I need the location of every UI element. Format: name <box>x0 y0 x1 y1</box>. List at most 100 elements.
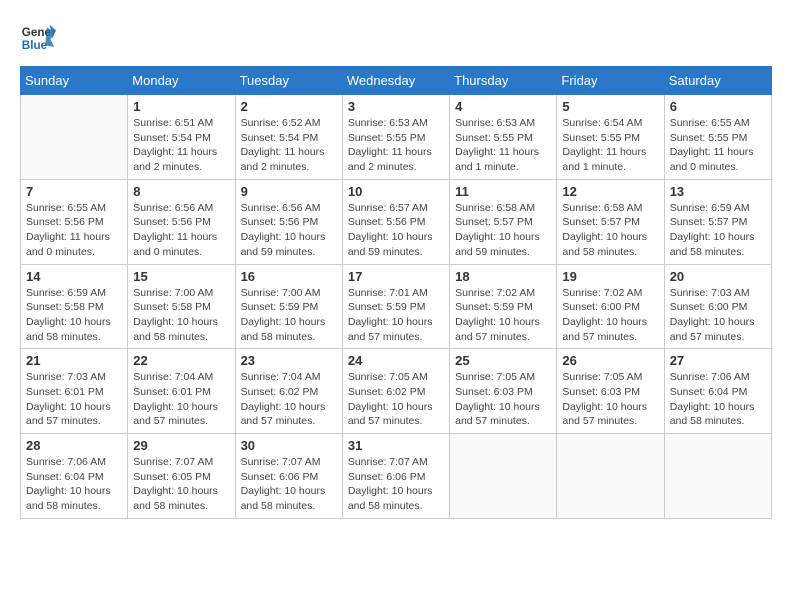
calendar-cell: 31Sunrise: 7:07 AM Sunset: 6:06 PM Dayli… <box>342 434 449 519</box>
day-info: Sunrise: 7:07 AM Sunset: 6:05 PM Dayligh… <box>133 455 229 514</box>
calendar-cell: 29 Sunrise: 7:07 AM Sunset: 6:05 PM Dayli… <box>128 434 235 519</box>
calendar-cell: 21 Sunrise: 7:03 AM Sunset: 6:01 PM Dayli… <box>21 349 128 434</box>
day-info: Sunrise: 7:02 AM Sunset: 5:59 PM Dayligh… <box>455 286 551 345</box>
calendar-table: SundayMondayTuesdayWednesdayThursdayFrid… <box>20 66 772 519</box>
day-number: 12 <box>562 184 658 199</box>
day-number: 29 <box>133 438 229 453</box>
day-number: 6 <box>670 99 766 114</box>
logo: General Blue <box>20 20 56 56</box>
day-number: 16 <box>241 269 337 284</box>
day-info: Sunrise: 6:55 AM Sunset: 5:56 PM Dayligh… <box>26 201 122 260</box>
day-number: 22 <box>133 353 229 368</box>
calendar-cell: 17 Sunrise: 7:01 AM Sunset: 5:59 PM Dayli… <box>342 264 449 349</box>
calendar-cell: 7 Sunrise: 6:55 AM Sunset: 5:56 PM Daylig… <box>21 179 128 264</box>
page-header: General Blue <box>20 20 772 56</box>
calendar-cell: 20 Sunrise: 7:03 AM Sunset: 6:00 PM Dayli… <box>664 264 771 349</box>
calendar-cell: 24Sunrise: 7:05 AM Sunset: 6:02 PM Dayli… <box>342 349 449 434</box>
day-number: 18 <box>455 269 551 284</box>
calendar-cell: 11 Sunrise: 6:58 AM Sunset: 5:57 PM Dayli… <box>450 179 557 264</box>
day-info: Sunrise: 6:56 AM Sunset: 5:56 PM Dayligh… <box>133 201 229 260</box>
day-info: Sunrise: 6:53 AM Sunset: 5:55 PM Dayligh… <box>455 116 551 175</box>
calendar-cell <box>664 434 771 519</box>
calendar-week-3: 14 Sunrise: 6:59 AM Sunset: 5:58 PM Dayli… <box>21 264 772 349</box>
day-info: Sunrise: 7:01 AM Sunset: 5:59 PM Dayligh… <box>348 286 444 345</box>
logo-icon: General Blue <box>20 20 56 56</box>
svg-text:Blue: Blue <box>22 39 48 52</box>
calendar-week-5: 28Sunrise: 7:06 AM Sunset: 6:04 PM Dayli… <box>21 434 772 519</box>
day-info: Sunrise: 7:04 AM Sunset: 6:02 PM Dayligh… <box>241 370 337 429</box>
calendar-cell: 19 Sunrise: 7:02 AM Sunset: 6:00 PM Dayli… <box>557 264 664 349</box>
day-number: 9 <box>241 184 337 199</box>
calendar-cell: 4 Sunrise: 6:53 AM Sunset: 5:55 PM Daylig… <box>450 95 557 180</box>
day-info: Sunrise: 7:03 AM Sunset: 6:00 PM Dayligh… <box>670 286 766 345</box>
day-number: 10 <box>348 184 444 199</box>
day-info: Sunrise: 6:53 AM Sunset: 5:55 PM Dayligh… <box>348 116 444 175</box>
calendar-week-1: 1 Sunrise: 6:51 AM Sunset: 5:54 PM Daylig… <box>21 95 772 180</box>
day-info: Sunrise: 7:02 AM Sunset: 6:00 PM Dayligh… <box>562 286 658 345</box>
calendar-cell: 26Sunrise: 7:05 AM Sunset: 6:03 PM Dayli… <box>557 349 664 434</box>
calendar-cell: 2 Sunrise: 6:52 AM Sunset: 5:54 PM Daylig… <box>235 95 342 180</box>
calendar-cell: 12 Sunrise: 6:58 AM Sunset: 5:57 PM Dayli… <box>557 179 664 264</box>
calendar-cell: 22 Sunrise: 7:04 AM Sunset: 6:01 PM Dayli… <box>128 349 235 434</box>
day-number: 8 <box>133 184 229 199</box>
day-info: Sunrise: 7:05 AM Sunset: 6:03 PM Dayligh… <box>455 370 551 429</box>
day-number: 4 <box>455 99 551 114</box>
calendar-cell: 16 Sunrise: 7:00 AM Sunset: 5:59 PM Dayli… <box>235 264 342 349</box>
day-info: Sunrise: 6:58 AM Sunset: 5:57 PM Dayligh… <box>562 201 658 260</box>
day-info: Sunrise: 7:03 AM Sunset: 6:01 PM Dayligh… <box>26 370 122 429</box>
calendar-cell: 30Sunrise: 7:07 AM Sunset: 6:06 PM Dayli… <box>235 434 342 519</box>
calendar-cell: 14 Sunrise: 6:59 AM Sunset: 5:58 PM Dayli… <box>21 264 128 349</box>
day-info: Sunrise: 7:07 AM Sunset: 6:06 PM Dayligh… <box>348 455 444 514</box>
calendar-cell: 15Sunrise: 7:00 AM Sunset: 5:58 PM Dayli… <box>128 264 235 349</box>
day-number: 27 <box>670 353 766 368</box>
calendar-cell <box>450 434 557 519</box>
day-number: 17 <box>348 269 444 284</box>
calendar-cell: 6 Sunrise: 6:55 AM Sunset: 5:55 PM Daylig… <box>664 95 771 180</box>
day-number: 30 <box>241 438 337 453</box>
day-number: 5 <box>562 99 658 114</box>
weekday-header-wednesday: Wednesday <box>342 67 449 95</box>
day-number: 14 <box>26 269 122 284</box>
weekday-header-monday: Monday <box>128 67 235 95</box>
day-number: 25 <box>455 353 551 368</box>
calendar-cell: 18 Sunrise: 7:02 AM Sunset: 5:59 PM Dayli… <box>450 264 557 349</box>
day-info: Sunrise: 6:52 AM Sunset: 5:54 PM Dayligh… <box>241 116 337 175</box>
day-number: 1 <box>133 99 229 114</box>
day-number: 7 <box>26 184 122 199</box>
day-number: 2 <box>241 99 337 114</box>
calendar-cell: 27 Sunrise: 7:06 AM Sunset: 6:04 PM Dayli… <box>664 349 771 434</box>
day-number: 3 <box>348 99 444 114</box>
day-number: 15 <box>133 269 229 284</box>
calendar-cell: 1 Sunrise: 6:51 AM Sunset: 5:54 PM Daylig… <box>128 95 235 180</box>
calendar-week-2: 7 Sunrise: 6:55 AM Sunset: 5:56 PM Daylig… <box>21 179 772 264</box>
weekday-header-thursday: Thursday <box>450 67 557 95</box>
day-info: Sunrise: 6:59 AM Sunset: 5:58 PM Dayligh… <box>26 286 122 345</box>
weekday-header-sunday: Sunday <box>21 67 128 95</box>
calendar-cell <box>557 434 664 519</box>
day-number: 21 <box>26 353 122 368</box>
weekday-header-friday: Friday <box>557 67 664 95</box>
day-info: Sunrise: 6:55 AM Sunset: 5:55 PM Dayligh… <box>670 116 766 175</box>
calendar-week-4: 21 Sunrise: 7:03 AM Sunset: 6:01 PM Dayli… <box>21 349 772 434</box>
day-info: Sunrise: 6:57 AM Sunset: 5:56 PM Dayligh… <box>348 201 444 260</box>
day-info: Sunrise: 7:00 AM Sunset: 5:59 PM Dayligh… <box>241 286 337 345</box>
calendar-cell: 8 Sunrise: 6:56 AM Sunset: 5:56 PM Daylig… <box>128 179 235 264</box>
weekday-header-saturday: Saturday <box>664 67 771 95</box>
calendar-cell: 25 Sunrise: 7:05 AM Sunset: 6:03 PM Dayli… <box>450 349 557 434</box>
weekday-header-row: SundayMondayTuesdayWednesdayThursdayFrid… <box>21 67 772 95</box>
day-info: Sunrise: 7:06 AM Sunset: 6:04 PM Dayligh… <box>670 370 766 429</box>
day-number: 13 <box>670 184 766 199</box>
day-number: 24 <box>348 353 444 368</box>
day-info: Sunrise: 6:51 AM Sunset: 5:54 PM Dayligh… <box>133 116 229 175</box>
calendar-cell <box>21 95 128 180</box>
day-info: Sunrise: 6:58 AM Sunset: 5:57 PM Dayligh… <box>455 201 551 260</box>
day-info: Sunrise: 6:56 AM Sunset: 5:56 PM Dayligh… <box>241 201 337 260</box>
day-number: 20 <box>670 269 766 284</box>
day-info: Sunrise: 7:06 AM Sunset: 6:04 PM Dayligh… <box>26 455 122 514</box>
day-number: 26 <box>562 353 658 368</box>
calendar-cell: 3 Sunrise: 6:53 AM Sunset: 5:55 PM Daylig… <box>342 95 449 180</box>
day-info: Sunrise: 7:04 AM Sunset: 6:01 PM Dayligh… <box>133 370 229 429</box>
day-number: 19 <box>562 269 658 284</box>
calendar-cell: 5Sunrise: 6:54 AM Sunset: 5:55 PM Daylig… <box>557 95 664 180</box>
day-number: 11 <box>455 184 551 199</box>
